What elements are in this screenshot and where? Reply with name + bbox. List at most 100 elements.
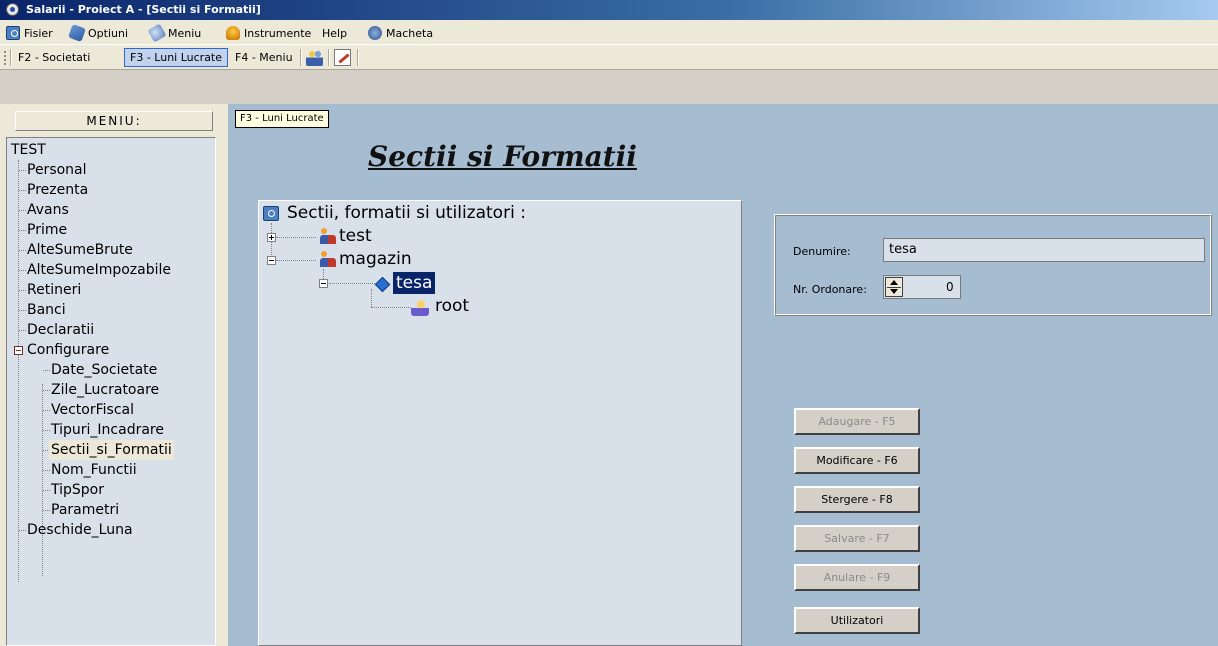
menu-meniu[interactable]: Meniu [147,23,201,43]
menu-macheta-label: Macheta [386,26,434,40]
tree-connector [43,410,50,411]
collapse-tesa-icon[interactable] [319,279,328,288]
menu-item-vectorfiscal[interactable]: VectorFiscal [51,400,134,420]
spin-icon[interactable] [885,277,903,297]
group-magazin-icon [319,250,337,268]
menu-item-banci[interactable]: Banci [27,300,66,320]
nr-ordonare-label: Nr. Ordonare: [793,283,867,296]
tree-connector [43,490,50,491]
stergere-button[interactable]: Stergere - F8 [794,486,920,513]
toolbar-separator [300,49,302,66]
menu-item-zile-lucratoare[interactable]: Zile_Lucratoare [51,380,159,400]
expand-test-icon[interactable] [267,233,276,242]
tree-connector [329,283,375,284]
menu-item-date-societate[interactable]: Date_Societate [51,360,157,380]
menu-item-tipuri-incadrare[interactable]: Tipuri_Incadrare [51,420,164,440]
title-bar: Salarii - Proiect A - [Sectii si Formati… [0,0,1218,20]
page-title: Sectii si Formatii [368,140,637,173]
collapse-icon[interactable] [14,346,23,355]
tree-connector [276,260,316,261]
macheta-icon [368,26,382,40]
menu-item-altesumeimpozabile[interactable]: AlteSumeImpozabile [27,260,171,280]
toolbar-separator [328,49,330,66]
toolbar-separator [357,49,359,66]
menu-item-prezenta[interactable]: Prezenta [27,180,88,200]
menu-item-retineri[interactable]: Retineri [27,280,81,300]
menu-tree[interactable]: TEST Personal Prezenta Avans Prime AlteS… [6,137,216,646]
details-form: Denumire: tesa Nr. Ordonare: 0 [774,214,1212,316]
tree-connector [276,237,316,238]
menu-item-prime[interactable]: Prime [27,220,67,240]
menu-item-avans[interactable]: Avans [27,200,69,220]
tree-connector [19,530,26,531]
menu-item-personal[interactable]: Personal [27,160,87,180]
group-test-icon [319,227,337,245]
menu-item-declaratii[interactable]: Declaratii [27,320,94,340]
adaugare-button[interactable]: Adaugare - F5 [794,408,920,435]
tree-node-test[interactable]: test [339,225,372,247]
tree-connector [43,510,50,511]
menu-optiuni-label: Optiuni [88,26,129,40]
nr-ordonare-field[interactable]: 0 [883,275,961,299]
menu-instrumente[interactable]: Instrumente [226,25,311,41]
toolbar: F2 - Societati F3 - Luni Lucrate F4 - Me… [0,44,1218,70]
menu-item-parametri[interactable]: Parametri [51,500,119,520]
menu-header: MENIU: [15,111,213,131]
tree-connector [371,307,411,308]
menu-help-label: Help [322,26,348,40]
f2-societati-button[interactable]: F2 - Societati [13,48,95,67]
modificare-button[interactable]: Modificare - F6 [794,447,920,474]
menu-fisier[interactable]: Fisier [6,25,53,41]
tree-connector [19,290,26,291]
tree-connector [42,384,43,576]
tree-connector [371,289,372,307]
tree-connector [43,430,50,431]
tree-connector [18,160,19,582]
menu-fisier-label: Fisier [24,26,53,40]
menu-item-sectii-si-formatii[interactable]: Sectii_si_Formatii [49,440,174,460]
anulare-button[interactable]: Anulare - F9 [794,564,920,591]
menu-item-tipspor[interactable]: TipSpor [51,480,104,500]
tree-connector [19,190,26,191]
tree-connector [19,170,26,171]
menu-optiuni[interactable]: Optiuni [68,24,129,42]
tree-node-magazin[interactable]: magazin [339,248,412,270]
toolbar-grip[interactable] [4,51,6,65]
edit-icon[interactable] [334,49,351,66]
tree-connector [19,310,26,311]
menu-instrumente-label: Instrumente [244,26,312,40]
tree-node-root[interactable]: root [435,295,469,317]
tree-connector [43,390,50,391]
f3-luni-lucrate-button[interactable]: F3 - Luni Lucrate [124,48,229,67]
app-icon [6,3,19,16]
menu-bar: Fisier Optiuni Meniu Instrumente Help Ma… [0,20,1218,44]
optiuni-icon [68,24,86,42]
salvare-button[interactable]: Salvare - F7 [794,525,920,552]
sectii-tree[interactable]: Sectii, formatii si utilizatori : test m… [258,200,742,646]
menu-panel: MENIU: TEST Personal Prezenta Avans Prim… [0,104,228,646]
tree-connector [43,370,50,371]
menu-item-altesumebrute[interactable]: AlteSumeBrute [27,240,133,260]
tree-root-label[interactable]: Sectii, formatii si utilizatori : [287,202,526,224]
tree-connector [43,470,50,471]
menu-root-test[interactable]: TEST [11,140,46,160]
fisier-icon [6,26,20,40]
tree-node-tesa[interactable]: tesa [393,272,436,294]
denumire-label: Denumire: [793,245,851,258]
menu-item-nom-functii[interactable]: Nom_Functii [51,460,137,480]
menu-item-deschide-luna[interactable]: Deschide_Luna [27,520,133,540]
users-icon[interactable] [306,49,323,66]
main-panel: F3 - Luni Lucrate Sectii si Formatii Sec… [228,104,1218,646]
toolbar-separator [10,49,12,66]
utilizatori-button[interactable]: Utilizatori [794,607,920,634]
f4-meniu-button[interactable]: F4 - Meniu [230,48,298,67]
menu-help[interactable]: Help [322,25,347,41]
menu-macheta[interactable]: Macheta [368,25,433,41]
window-title: Salarii - Proiect A - [Sectii si Formati… [26,3,261,16]
instrumente-icon [226,26,240,40]
menu-item-configurare[interactable]: Configurare [27,340,109,360]
sectie-tesa-icon [374,276,391,293]
collapse-magazin-icon[interactable] [267,256,276,265]
denumire-field[interactable]: tesa [883,238,1205,262]
tree-connector [19,210,26,211]
